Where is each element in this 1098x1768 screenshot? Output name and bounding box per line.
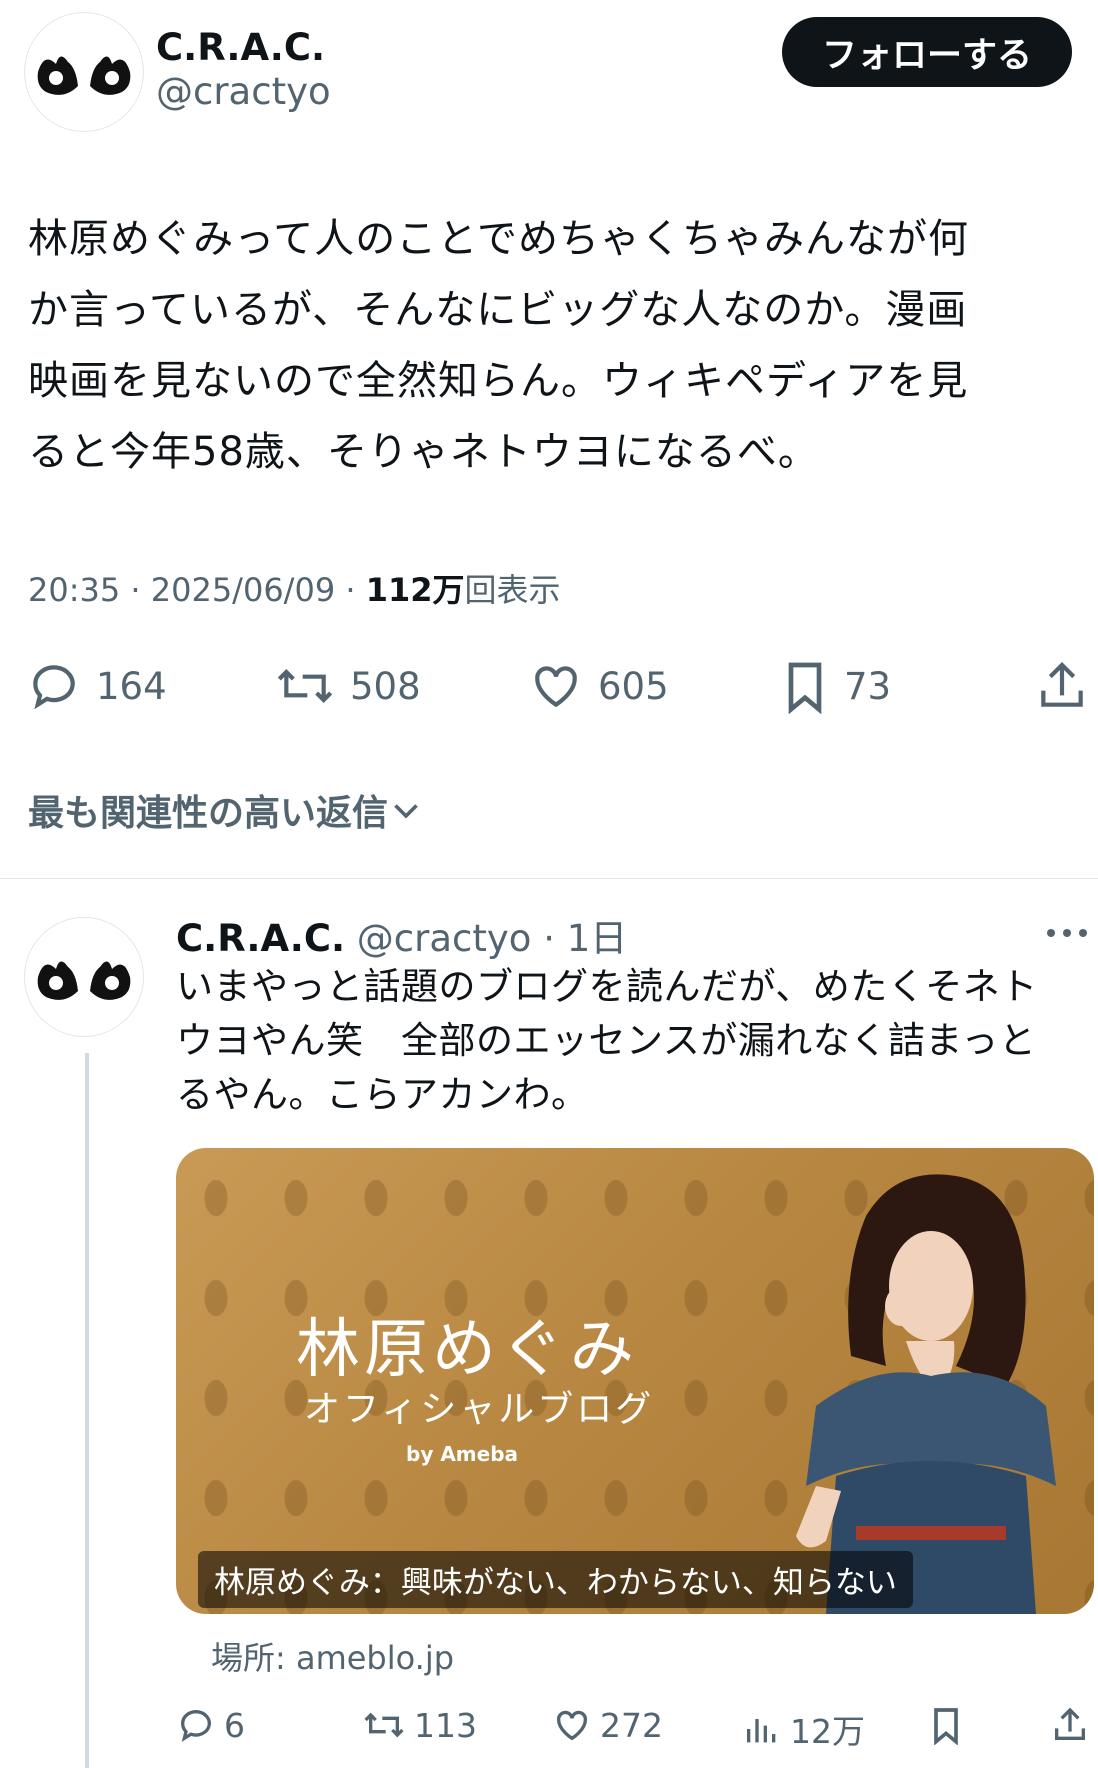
more-icon [1047, 929, 1087, 937]
reply-views-count: 12万 [790, 1712, 865, 1751]
sort-label: 最も関連性の高い返信 [28, 793, 389, 834]
reply-age[interactable]: · 1日 [543, 917, 627, 960]
like-button[interactable]: 605 [528, 658, 669, 714]
heart-icon [556, 1710, 588, 1741]
portrait-illustration [796, 1174, 1056, 1614]
reply-icon [33, 665, 75, 710]
reply-icon [181, 1710, 211, 1742]
reply-retweet-count: 113 [414, 1705, 477, 1745]
reply-reply-count: 6 [224, 1705, 245, 1745]
heart-icon [535, 666, 577, 708]
bookmark-icon [934, 1708, 958, 1745]
divider [0, 878, 1098, 879]
author-name[interactable]: C.R.A.C. [156, 26, 325, 69]
follow-button[interactable]: フォローする [782, 17, 1072, 87]
reply-retweet-button[interactable]: 113 [362, 1705, 477, 1745]
retweet-icon [277, 669, 333, 703]
more-options-button[interactable] [1044, 918, 1090, 952]
share-button[interactable] [1034, 658, 1098, 714]
card-by: by Ameba [406, 1442, 519, 1466]
share-icon [1041, 662, 1083, 707]
reply-sort-dropdown[interactable]: 最も関連性の高い返信 [28, 784, 424, 836]
hand-ok-icon [37, 961, 131, 1000]
card-caption: 林原めぐみ：興味がない、わからない、知らない [198, 1551, 913, 1608]
bookmark-count: 73 [844, 664, 892, 708]
share-icon [1055, 1707, 1085, 1740]
reply-like-count: 272 [600, 1705, 663, 1745]
analytics-icon [747, 1719, 776, 1743]
chevron-down-icon [394, 804, 418, 819]
reply-like-button[interactable]: 272 [552, 1705, 663, 1745]
like-count: 605 [598, 664, 669, 708]
reply-count: 164 [96, 664, 167, 708]
reply-header: C.R.A.C. @cractyo · 1日 [176, 908, 627, 962]
retweet-count: 508 [350, 664, 421, 708]
views-label: 回表示 [464, 571, 561, 609]
bookmark-icon [788, 662, 822, 714]
reply-reply-button[interactable]: 6 [176, 1705, 245, 1745]
reply-share-button[interactable] [1050, 1705, 1098, 1745]
reply-author-name[interactable]: C.R.A.C. [176, 917, 345, 960]
bookmark-button[interactable]: 73 [780, 658, 891, 714]
views-count: 112万 [365, 571, 465, 609]
retweet-button[interactable]: 508 [274, 658, 421, 714]
link-source[interactable]: 場所: ameblo.jp [211, 1633, 454, 1679]
thread-line [85, 1053, 89, 1768]
avatar[interactable] [24, 12, 144, 132]
reply-views-button[interactable]: 12万 [742, 1705, 865, 1753]
reply-button[interactable]: 164 [26, 658, 167, 714]
reply-bookmark-button[interactable] [928, 1705, 972, 1745]
tweet-meta: 20:35 · 2025/06/09 · 112万回表示 [28, 565, 561, 611]
reply-author-handle[interactable]: @cractyo [357, 917, 532, 960]
link-card[interactable]: 林原めぐみ オフィシャルブログ by Ameba 林原めぐみ：興味がない、わから… [176, 1148, 1094, 1614]
tweet-text: 林原めぐみって人のことでめちゃくちゃみんなが何 か言っているが、そんなにビッグな… [28, 216, 969, 475]
card-subtitle: オフィシャルブログ [304, 1389, 655, 1430]
reply-avatar[interactable] [24, 917, 144, 1037]
reply-text: いまやっと話題のブログを読んだが、めたくそネト ウヨやん笑 全部のエッセンスが漏… [176, 965, 1038, 1116]
card-title: 林原めぐみ [296, 1313, 638, 1387]
tweet-timestamp[interactable]: 20:35 · 2025/06/09 · [28, 571, 366, 609]
author-handle[interactable]: @cractyo [156, 70, 331, 113]
hand-ok-icon [37, 56, 131, 95]
retweet-icon [364, 1712, 404, 1738]
